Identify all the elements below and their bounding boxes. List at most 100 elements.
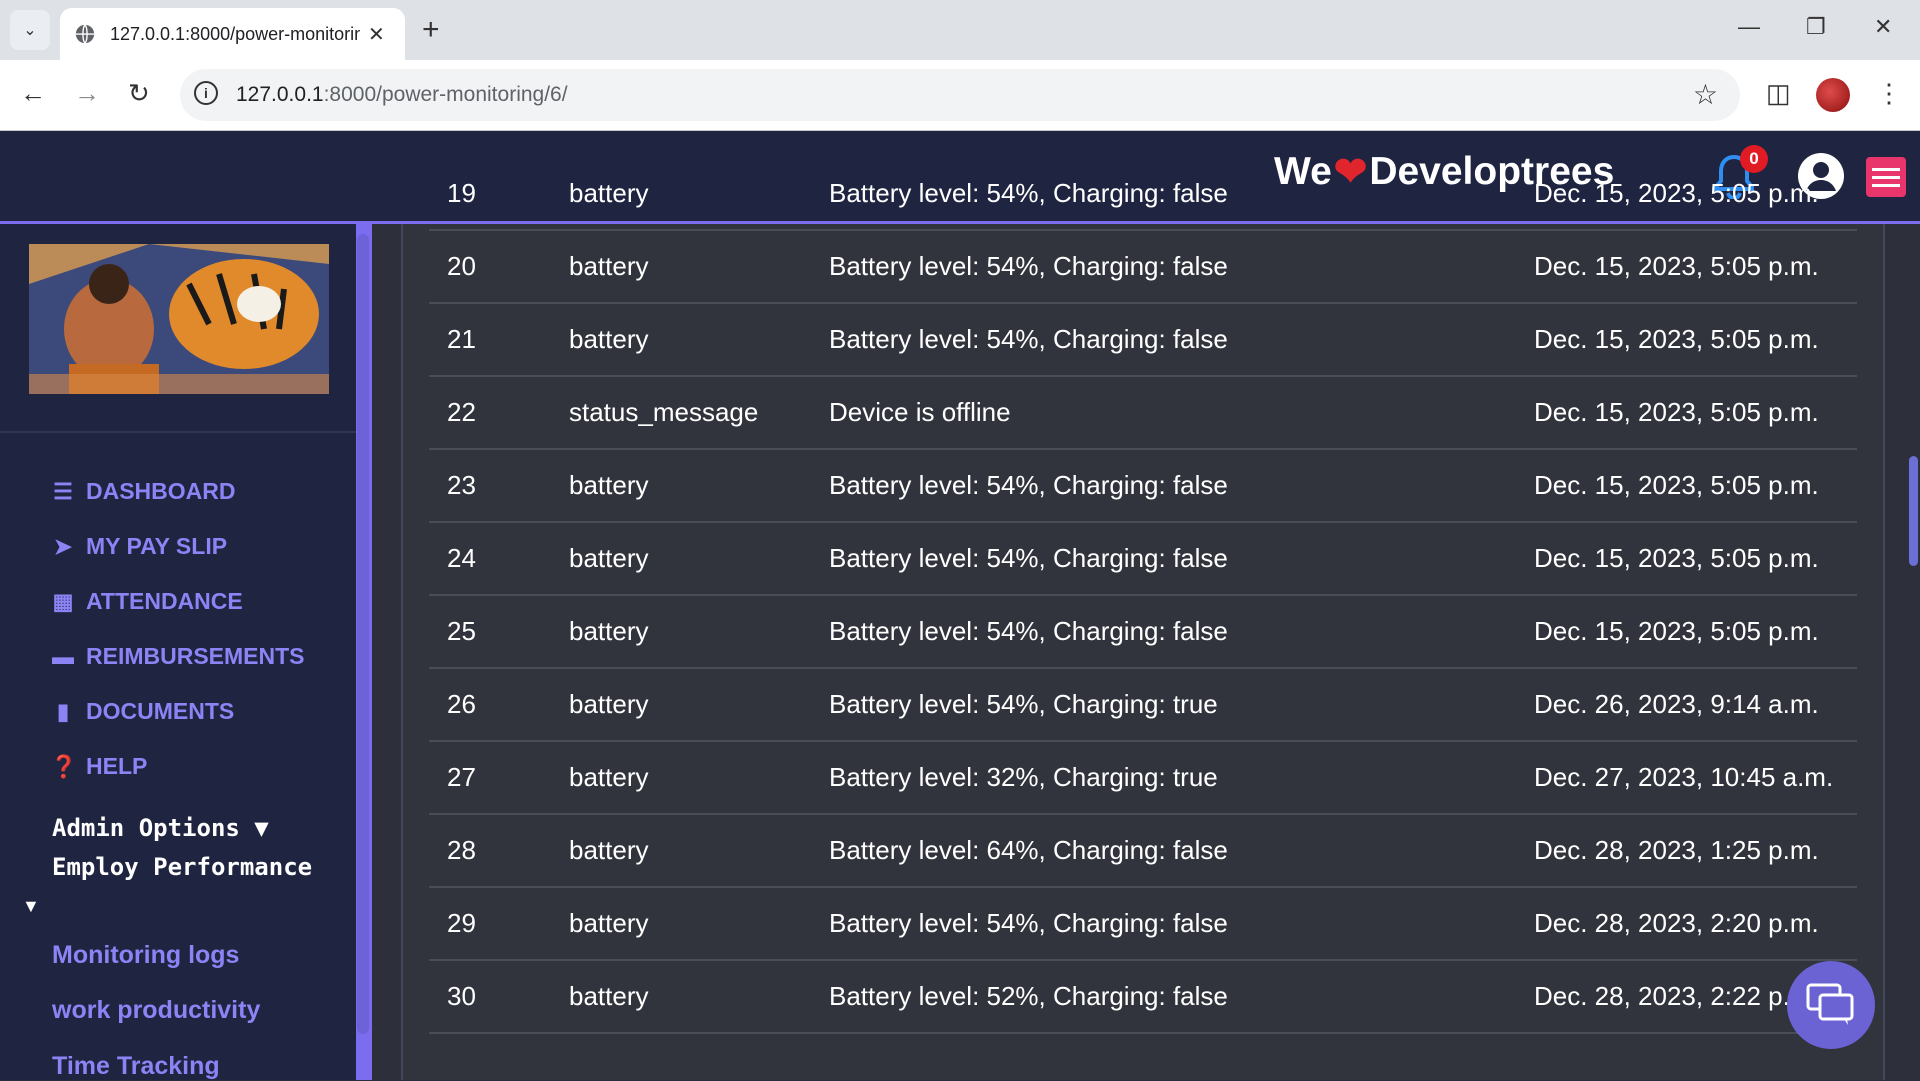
list-icon: ☰ — [53, 478, 73, 504]
sidebar-scrollbar[interactable] — [356, 224, 372, 1080]
row-time: Dec. 26, 2023, 9:14 a.m. — [1534, 668, 1857, 742]
site-info-icon[interactable]: i — [194, 81, 218, 105]
sidebar-item-pay-slip[interactable]: ➤ MY PAY SLIP — [50, 519, 305, 574]
browser-toolbar: ← → ↻ i 127.0.0.1:8000/power-monitoring/… — [0, 60, 1920, 131]
bookmark-star-icon[interactable]: ☆ — [1693, 78, 1718, 111]
row-type: battery — [569, 741, 829, 815]
caret-down-icon[interactable]: ▼ — [22, 896, 40, 917]
time-tracking-link[interactable]: Time Tracking — [52, 1052, 220, 1081]
row-type: battery — [569, 303, 829, 377]
row-type: status_message — [569, 376, 829, 450]
row-time: Dec. 15, 2023, 5:05 p.m. — [1534, 158, 1857, 231]
sidebar-scroll-thumb[interactable] — [357, 234, 369, 1034]
row-message: Battery level: 64%, Charging: false — [829, 814, 1534, 888]
row-message: Battery level: 54%, Charging: false — [829, 449, 1534, 523]
hamburger-line — [1872, 167, 1900, 171]
sidebar-divider — [0, 431, 356, 433]
sidebar-item-label: MY PAY SLIP — [86, 533, 228, 559]
page-scroll-thumb[interactable] — [1909, 456, 1918, 566]
row-time: Dec. 15, 2023, 5:05 p.m. — [1534, 230, 1857, 304]
row-message: Battery level: 54%, Charging: false — [829, 158, 1534, 231]
work-productivity-link[interactable]: work productivity — [52, 996, 260, 1025]
reload-icon[interactable]: ↻ — [128, 78, 150, 108]
row-id: 30 — [429, 960, 569, 1034]
new-tab-button[interactable]: + — [422, 12, 440, 48]
row-message: Battery level: 54%, Charging: false — [829, 887, 1534, 961]
caret-down-icon: ▼ — [254, 814, 269, 842]
forward-icon[interactable]: → — [74, 78, 100, 108]
extension-icon[interactable] — [1816, 78, 1850, 112]
row-type: battery — [569, 887, 829, 961]
table-row: 30 battery Battery level: 52%, Charging: f… — [429, 960, 1857, 1034]
back-icon[interactable]: ← — [20, 78, 46, 108]
admin-options-label: Admin Options — [52, 814, 240, 842]
minimize-icon[interactable]: — — [1738, 14, 1760, 40]
row-type: battery — [569, 668, 829, 742]
table-row: 27 battery Battery level: 32%, Charging: t… — [429, 741, 1857, 815]
row-id: 26 — [429, 668, 569, 742]
table-row: 26 battery Battery level: 54%, Charging: t… — [429, 668, 1857, 742]
row-time: Dec. 28, 2023, 1:25 p.m. — [1534, 814, 1857, 888]
paper-plane-icon: ➤ — [53, 533, 73, 559]
url-host: 127.0.0.1 — [236, 83, 324, 106]
row-time: Dec. 27, 2023, 10:45 a.m. — [1534, 741, 1857, 815]
credit-card-icon: ▬ — [52, 643, 74, 669]
browser-tabstrip: ⌄ 127.0.0.1:8000/power-monitoring/6/ ✕ +… — [0, 0, 1920, 60]
chat-button[interactable] — [1787, 961, 1875, 1049]
address-bar[interactable]: i 127.0.0.1:8000/power-monitoring/6/ ☆ — [180, 69, 1740, 121]
table-row: 20 battery Battery level: 54%, Charging: f… — [429, 230, 1857, 304]
row-message: Battery level: 54%, Charging: true — [829, 668, 1534, 742]
side-panel-icon[interactable]: ◫ — [1766, 78, 1791, 109]
table-row: 28 battery Battery level: 64%, Charging: f… — [429, 814, 1857, 888]
sidebar-item-help[interactable]: ❓ HELP — [50, 739, 305, 794]
row-id: 19 — [429, 158, 569, 231]
tab-search-button[interactable]: ⌄ — [10, 10, 50, 50]
row-time: Dec. 15, 2023, 5:05 p.m. — [1534, 595, 1857, 669]
tab-title: 127.0.0.1:8000/power-monitoring/6/ — [110, 23, 360, 44]
url-path: :8000/power-monitoring/6/ — [323, 83, 568, 106]
menu-toggle-button[interactable] — [1866, 157, 1906, 197]
url-text: 127.0.0.1:8000/power-monitoring/6/ — [236, 83, 568, 107]
row-type: battery — [569, 960, 829, 1034]
profile-banner-image — [29, 244, 329, 394]
row-message: Battery level: 54%, Charging: false — [829, 595, 1534, 669]
row-id: 28 — [429, 814, 569, 888]
monitoring-logs-link[interactable]: Monitoring logs — [52, 941, 239, 970]
sidebar-item-reimbursements[interactable]: ▬ REIMBURSEMENTS — [50, 629, 305, 684]
sidebar: ☰ DASHBOARD ➤ MY PAY SLIP ▦ ATTENDANCE ▬… — [0, 224, 356, 1080]
row-id: 21 — [429, 303, 569, 377]
calendar-icon: ▦ — [52, 588, 74, 614]
chat-bubbles-icon — [1806, 983, 1854, 1025]
browser-tab[interactable]: 127.0.0.1:8000/power-monitoring/6/ ✕ — [60, 8, 405, 60]
employ-performance-toggle[interactable]: Employ Performance — [52, 853, 312, 881]
table-body: 19 battery Battery level: 54%, Charging: f… — [429, 158, 1857, 1034]
table-row: 29 battery Battery level: 54%, Charging: f… — [429, 887, 1857, 961]
row-type: battery — [569, 814, 829, 888]
sidebar-item-label: DOCUMENTS — [86, 698, 235, 724]
main-content: 19 battery Battery level: 54%, Charging: f… — [372, 158, 1920, 1080]
admin-options-toggle[interactable]: Admin Options ▼ — [52, 814, 269, 842]
row-message: Device is offline — [829, 376, 1534, 450]
more-options-icon[interactable]: ⋮ — [1876, 78, 1902, 109]
row-id: 27 — [429, 741, 569, 815]
close-window-icon[interactable]: ✕ — [1874, 14, 1892, 40]
file-icon: ▮ — [56, 698, 70, 724]
row-type: battery — [569, 522, 829, 596]
page-scrollbar[interactable] — [1906, 224, 1920, 1080]
sidebar-item-label: HELP — [86, 753, 148, 779]
chevron-down-icon: ⌄ — [23, 22, 37, 39]
table-row: 21 battery Battery level: 54%, Charging: f… — [429, 303, 1857, 377]
close-tab-icon[interactable]: ✕ — [368, 22, 385, 47]
sidebar-item-attendance[interactable]: ▦ ATTENDANCE — [50, 574, 305, 629]
row-id: 22 — [429, 376, 569, 450]
row-type: battery — [569, 449, 829, 523]
sidebar-item-documents[interactable]: ▮ DOCUMENTS — [50, 684, 305, 739]
row-type: battery — [569, 158, 829, 231]
row-time: Dec. 15, 2023, 5:05 p.m. — [1534, 376, 1857, 450]
restore-icon[interactable]: ❐ — [1806, 14, 1826, 40]
row-id: 24 — [429, 522, 569, 596]
sidebar-item-label: REIMBURSEMENTS — [86, 643, 305, 669]
table-row: 25 battery Battery level: 54%, Charging: f… — [429, 595, 1857, 669]
sidebar-item-dashboard[interactable]: ☰ DASHBOARD — [50, 464, 305, 519]
row-type: battery — [569, 595, 829, 669]
